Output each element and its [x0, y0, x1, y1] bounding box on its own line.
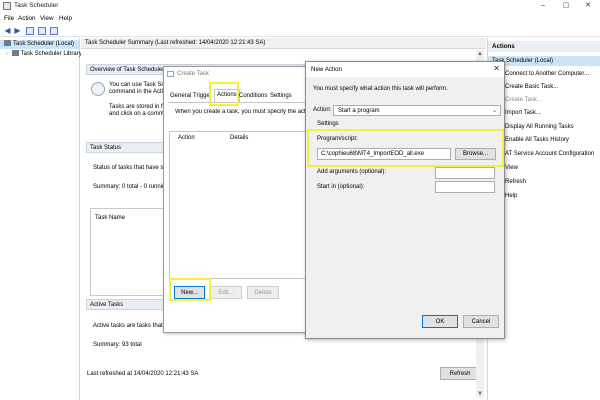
task-status-table: Task Name — [90, 208, 170, 296]
actions-list[interactable]: Action Details — [169, 131, 307, 279]
action-label: Action: — [313, 107, 332, 113]
menu-file[interactable]: File — [4, 15, 14, 22]
task-status-summary: Summary: 0 total - 0 running, — [93, 184, 171, 190]
expand-chevron-icon[interactable]: › — [6, 51, 8, 57]
actions-tab-highlight — [209, 82, 239, 106]
overview-text-line: and click on a comma — [109, 111, 168, 117]
refresh-button[interactable]: Refresh — [440, 367, 480, 380]
tree-item-task-scheduler-local[interactable]: Task Scheduler (Local) — [0, 40, 79, 49]
tab-conditions[interactable]: Conditions — [237, 91, 269, 102]
settings-label: Settings — [317, 121, 339, 127]
show-action-pane-icon[interactable] — [50, 27, 58, 35]
tab-general[interactable]: General — [168, 91, 193, 102]
menu-bar: File Action View Help — [0, 13, 600, 24]
delete-action-button[interactable]: Delete — [247, 286, 279, 299]
task-scheduler-icon — [3, 2, 11, 10]
maximize-button[interactable]: ▢ — [555, 0, 577, 12]
clock-icon — [4, 40, 11, 47]
cancel-button[interactable]: Cancel — [463, 315, 499, 328]
action-type-dropdown[interactable]: Start a program ⌄ — [333, 105, 501, 116]
tab-settings[interactable]: Settings — [268, 91, 294, 102]
instruction-text: You must specify what action this task w… — [313, 86, 448, 92]
console-tree: Task Scheduler (Local) › Task Scheduler L… — [0, 38, 82, 400]
summary-header: Task Scheduler Summary (Last refreshed: … — [81, 38, 486, 49]
back-arrow-icon[interactable]: ◀ — [3, 27, 12, 35]
overview-text-line: You can use Task Sche — [109, 82, 172, 88]
new-button-highlight — [169, 278, 211, 301]
task-name-column-header[interactable]: Task Name — [95, 215, 125, 221]
program-script-highlight — [307, 129, 504, 167]
details-column-header[interactable]: Details — [230, 135, 248, 141]
edit-action-button[interactable]: Edit... — [210, 286, 242, 299]
help-icon[interactable] — [38, 27, 46, 35]
clock-icon — [91, 82, 105, 96]
ok-button[interactable]: OK — [422, 315, 458, 328]
last-refreshed-text: Last refreshed at 14/04/2020 12:21:43 SA — [87, 371, 199, 377]
window-title: Task Scheduler — [14, 2, 59, 9]
folder-icon — [11, 50, 19, 57]
show-hide-console-tree-icon[interactable] — [26, 27, 34, 35]
overview-text-line: command in the Actio — [109, 89, 167, 95]
create-task-title: Create Task — [177, 71, 209, 77]
scroll-up-icon[interactable]: ▲ — [476, 50, 484, 58]
title-bar: Task Scheduler – ▢ ✕ — [0, 0, 600, 12]
actions-header: Actions — [488, 41, 600, 52]
new-action-title: New Action — [306, 62, 504, 77]
action-column-header[interactable]: Action — [178, 135, 195, 141]
new-action-dialog: New Action ✕ You must specify what actio… — [305, 61, 505, 339]
overview-text-line: Tasks are stored in fold — [109, 104, 171, 110]
toolbar: ◀ ▶ — [0, 25, 600, 37]
chevron-down-icon: ⌄ — [491, 108, 497, 114]
forward-arrow-icon[interactable]: ▶ — [13, 27, 22, 35]
close-button[interactable]: ✕ — [577, 0, 599, 12]
tree-item-task-scheduler-library[interactable]: › Task Scheduler Library — [6, 50, 82, 59]
close-icon[interactable]: ✕ — [493, 65, 500, 73]
task-status-text: Status of tasks that have start — [93, 165, 173, 171]
add-arguments-label: Add arguments (optional): — [317, 169, 387, 175]
create-task-description: When you create a task, you must specify… — [175, 109, 308, 115]
action-type-value: Start a program — [338, 108, 380, 114]
minimize-button[interactable]: – — [532, 0, 554, 12]
start-in-input[interactable] — [435, 181, 495, 193]
menu-action[interactable]: Action — [18, 15, 36, 22]
start-in-label: Start in (optional): — [317, 184, 365, 190]
menu-view[interactable]: View — [40, 15, 54, 22]
active-tasks-summary: Summary: 93 total — [93, 342, 142, 348]
scroll-down-icon[interactable]: ▼ — [476, 390, 484, 398]
menu-help[interactable]: Help — [59, 15, 72, 22]
add-arguments-input[interactable] — [435, 167, 495, 179]
